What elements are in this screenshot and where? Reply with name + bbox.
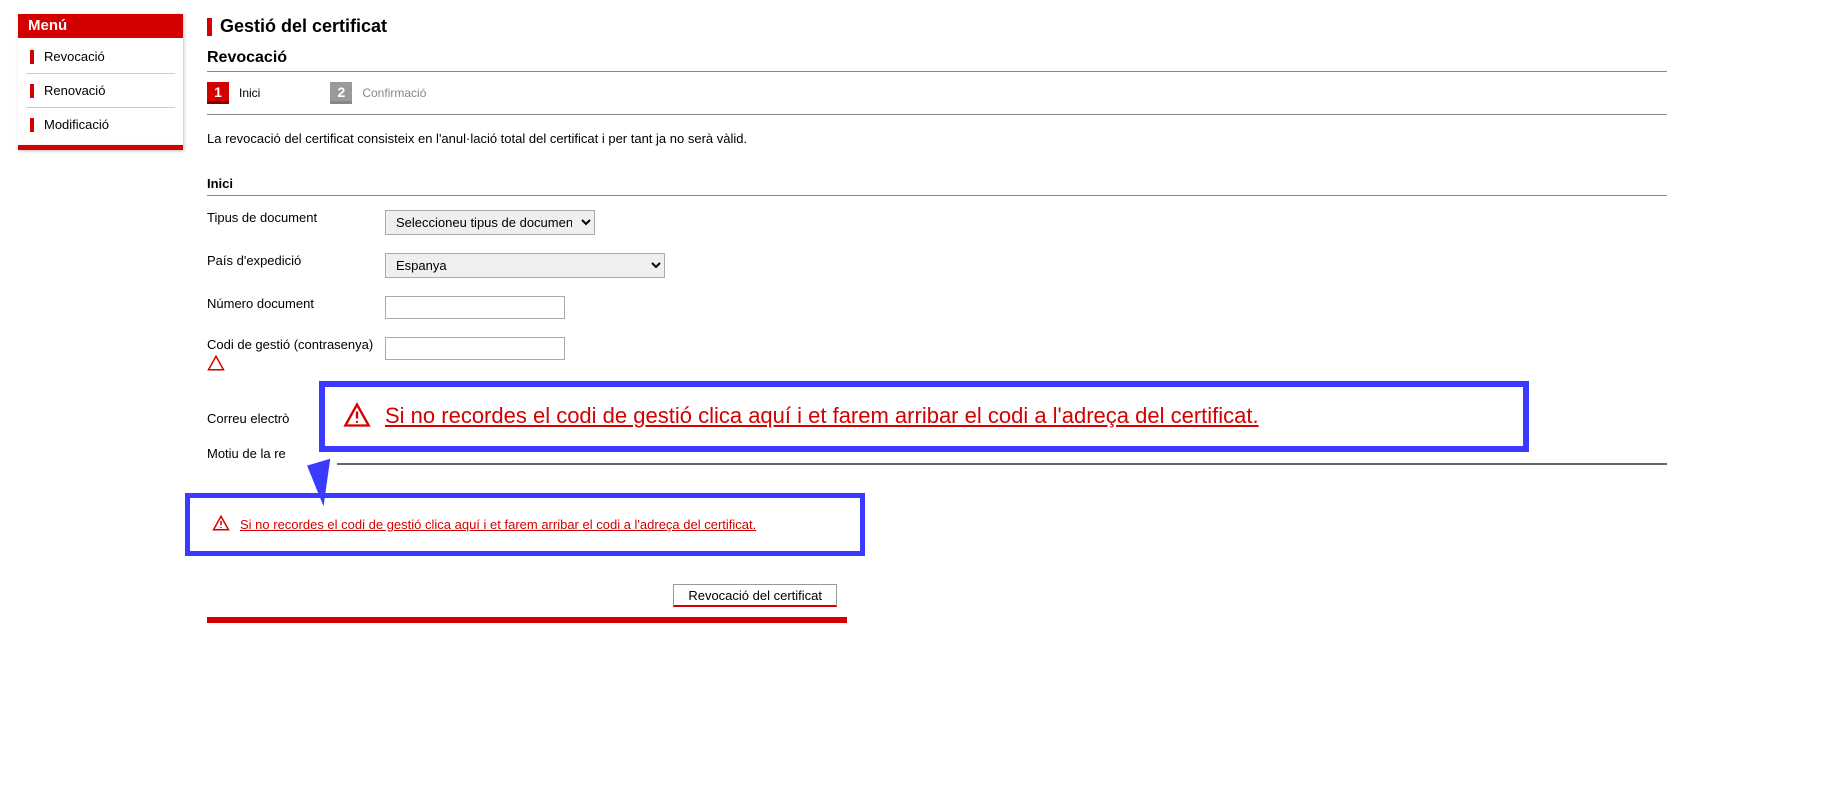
callout-small: Si no recordes el codi de gestió clica a… (185, 493, 865, 556)
country-select[interactable]: Espanya (385, 253, 665, 278)
step-number: 2 (330, 82, 352, 104)
intro-text: La revocació del certificat consisteix e… (207, 115, 1667, 174)
callout-large: Si no recordes el codi de gestió clica a… (319, 381, 1529, 452)
form-block-title: Inici (207, 174, 1667, 196)
sidebar-item-modificacio[interactable]: Modificació (26, 108, 175, 141)
sidebar-item-revocacio[interactable]: Revocació (26, 40, 175, 74)
doc-type-label: Tipus de document (207, 210, 385, 227)
sidebar-item-label: Renovació (44, 83, 105, 98)
step-indicator: 1 Inici 2 Confirmació (207, 72, 1667, 115)
warning-icon (212, 514, 230, 535)
code-label: Codi de gestió (contrasenya) (207, 337, 385, 377)
recover-code-link[interactable]: Si no recordes el codi de gestió clica a… (385, 403, 1259, 429)
step-1: 1 Inici (207, 82, 260, 104)
red-marker-icon (30, 50, 34, 64)
main-content: Gestió del certificat Revocació 1 Inici … (207, 14, 1667, 623)
menu-title: Menú (18, 14, 183, 38)
step-label: Inici (239, 86, 260, 100)
doc-num-input[interactable] (385, 296, 565, 319)
warning-icon (207, 360, 225, 375)
step-2: 2 Confirmació (330, 82, 426, 104)
doc-type-select[interactable]: Seleccioneu tipus de document (385, 210, 595, 235)
red-marker-icon (30, 84, 34, 98)
code-input[interactable] (385, 337, 565, 360)
sidebar-item-renovacio[interactable]: Renovació (26, 74, 175, 108)
section-title: Revocació (207, 45, 1667, 72)
bottom-red-bar (207, 617, 847, 623)
revoke-button[interactable]: Revocació del certificat (673, 584, 837, 607)
recover-code-link[interactable]: Si no recordes el codi de gestió clica a… (240, 517, 756, 532)
step-number: 1 (207, 82, 229, 104)
doc-num-label: Número document (207, 296, 385, 313)
sidebar-bottom-bar (18, 145, 183, 150)
warning-icon (343, 401, 371, 432)
sidebar-item-label: Revocació (44, 49, 105, 64)
sidebar: Menú Revocació Renovació Modificació (18, 14, 183, 150)
red-marker-icon (30, 118, 34, 132)
divider (337, 463, 1667, 465)
step-label: Confirmació (362, 86, 426, 100)
country-label: País d'expedició (207, 253, 385, 270)
page-title: Gestió del certificat (220, 16, 387, 37)
sidebar-item-label: Modificació (44, 117, 109, 132)
red-bar-icon (207, 18, 212, 36)
